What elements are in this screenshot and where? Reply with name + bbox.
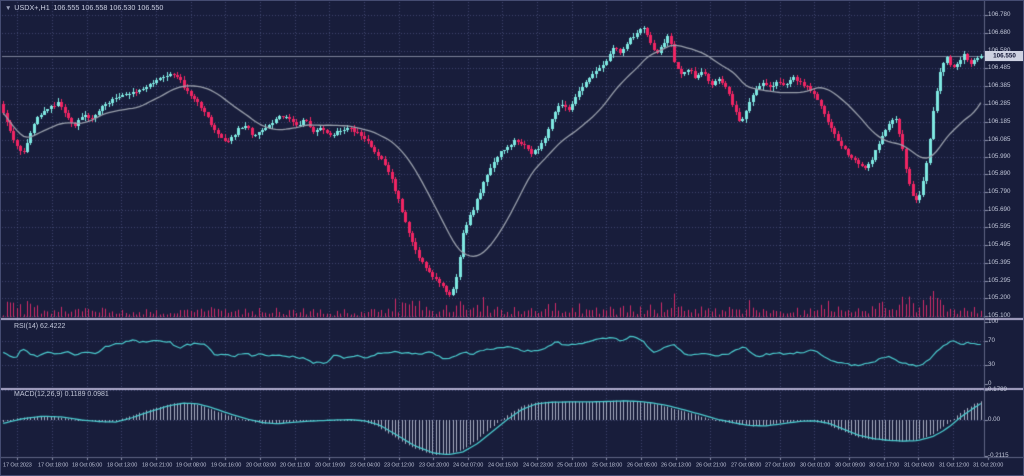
time-axis-label: 30 Oct 09:00 bbox=[835, 462, 865, 468]
price-axis-label: 106.485 bbox=[988, 64, 1010, 71]
time-axis-label: 18 Oct 21:00 bbox=[142, 462, 172, 468]
time-axis-label: 18 Oct 05:00 bbox=[72, 462, 102, 468]
price-axis-label: 105.690 bbox=[988, 206, 1010, 213]
rsi-axis-label: 100 bbox=[988, 318, 998, 325]
time-axis-label: 25 Oct 18:00 bbox=[592, 462, 622, 468]
price-axis-label: 105.890 bbox=[988, 170, 1010, 177]
symbol-period-label: USDX+,H1 bbox=[14, 4, 49, 12]
time-axis-label: 19 Oct 08:00 bbox=[176, 462, 206, 468]
time-axis-label: 24 Oct 07:00 bbox=[453, 462, 483, 468]
time-axis-label: 27 Oct 08:00 bbox=[731, 462, 761, 468]
time-axis-label: 25 Oct 10:00 bbox=[557, 462, 587, 468]
price-axis-label: 105.595 bbox=[988, 223, 1010, 230]
macd-axis-label: -0.2115 bbox=[988, 452, 1009, 459]
price-axis-label: 106.285 bbox=[988, 100, 1010, 107]
macd-axis-label: 0.1789 bbox=[988, 386, 1007, 393]
price-axis-label: 105.395 bbox=[988, 259, 1010, 266]
chart-menu-icon[interactable]: ▼ bbox=[5, 4, 11, 11]
price-axis-label: 105.200 bbox=[988, 294, 1010, 301]
time-axis-label: 26 Oct 05:00 bbox=[627, 462, 657, 468]
time-axis-label: 19 Oct 16:00 bbox=[211, 462, 241, 468]
time-axis-label: 20 Oct 19:00 bbox=[315, 462, 345, 468]
rsi-axis-label: 70 bbox=[988, 337, 995, 344]
time-axis-label: 31 Oct 12:00 bbox=[939, 462, 969, 468]
time-axis-label: 23 Oct 20:00 bbox=[419, 462, 449, 468]
time-axis-label: 23 Oct 12:00 bbox=[384, 462, 414, 468]
rsi-axis-label: 30 bbox=[988, 361, 995, 368]
price-axis-label: 106.680 bbox=[988, 29, 1010, 36]
price-axis-label: 106.780 bbox=[988, 11, 1010, 18]
price-axis-label: 106.385 bbox=[988, 82, 1010, 89]
price-axis-label: 106.185 bbox=[988, 118, 1010, 125]
ohlc-values: 106.555 106.558 106.530 106.550 bbox=[53, 4, 163, 12]
macd-axis-label: 0.00 bbox=[988, 416, 1000, 423]
time-axis-label: 20 Oct 11:00 bbox=[280, 462, 310, 468]
time-axis-label: 26 Oct 13:00 bbox=[661, 462, 691, 468]
time-axis-label: 26 Oct 21:00 bbox=[696, 462, 726, 468]
time-axis-label: 23 Oct 04:00 bbox=[350, 462, 380, 468]
time-axis-label: 30 Oct 01:00 bbox=[800, 462, 830, 468]
time-axis-label: 27 Oct 16:00 bbox=[765, 462, 795, 468]
time-axis-label: 17 Oct 18:00 bbox=[38, 462, 68, 468]
time-axis-label: 30 Oct 17:00 bbox=[869, 462, 899, 468]
time-axis-label: 18 Oct 13:00 bbox=[107, 462, 137, 468]
price-axis-label: 105.495 bbox=[988, 241, 1010, 248]
price-axis-label: 105.295 bbox=[988, 277, 1010, 284]
time-axis-label: 24 Oct 23:00 bbox=[523, 462, 553, 468]
time-axis-label: 20 Oct 03:00 bbox=[246, 462, 276, 468]
chart-title: ▼USDX+,H1 106.555 106.558 106.530 106.550 bbox=[5, 4, 163, 12]
chart-window: ▼USDX+,H1 106.555 106.558 106.530 106.550… bbox=[0, 0, 1024, 476]
time-axis-label: 17 Oct 2023 bbox=[3, 462, 32, 468]
time-axis-label: 31 Oct 20:00 bbox=[973, 462, 1003, 468]
time-axis-label: 31 Oct 04:00 bbox=[904, 462, 934, 468]
price-axis-label: 106.085 bbox=[988, 136, 1010, 143]
current-price-tag: 106.550 bbox=[985, 51, 1024, 61]
macd-indicator-label: MACD(12,26,9) 0.1189 0.0981 bbox=[14, 391, 109, 398]
price-axis-label: 105.790 bbox=[988, 188, 1010, 195]
rsi-indicator-label: RSI(14) 62.4222 bbox=[14, 323, 65, 330]
price-axis-label: 105.990 bbox=[988, 153, 1010, 160]
chart-canvas[interactable] bbox=[1, 1, 1024, 476]
time-axis-label: 24 Oct 15:00 bbox=[488, 462, 518, 468]
